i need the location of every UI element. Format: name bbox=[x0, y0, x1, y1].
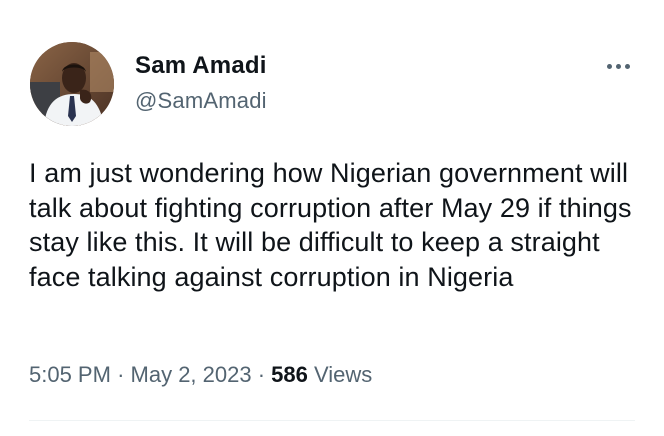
more-options-icon[interactable] bbox=[600, 56, 636, 76]
tweet-card: Sam Amadi @SamAmadi I am just wondering … bbox=[0, 0, 664, 436]
more-dot bbox=[624, 63, 630, 69]
divider bbox=[29, 420, 635, 421]
avatar[interactable] bbox=[30, 42, 114, 126]
author-display-name[interactable]: Sam Amadi bbox=[135, 52, 267, 80]
profile-photo bbox=[30, 42, 114, 126]
author-handle[interactable]: @SamAmadi bbox=[135, 88, 267, 114]
tweet-date[interactable]: May 2, 2023 bbox=[131, 362, 252, 387]
meta-separator: · bbox=[117, 362, 125, 387]
tweet-text: I am just wondering how Nigerian governm… bbox=[29, 158, 632, 292]
meta-separator: · bbox=[257, 362, 266, 387]
views-label: Views bbox=[314, 362, 373, 387]
views-count: 586 bbox=[271, 362, 308, 387]
more-dot bbox=[606, 63, 612, 69]
tweet-meta: 5:05 PM · May 2, 2023 · 586 Views bbox=[29, 362, 372, 388]
more-dot bbox=[615, 63, 621, 69]
tweet-time[interactable]: 5:05 PM bbox=[29, 362, 111, 387]
